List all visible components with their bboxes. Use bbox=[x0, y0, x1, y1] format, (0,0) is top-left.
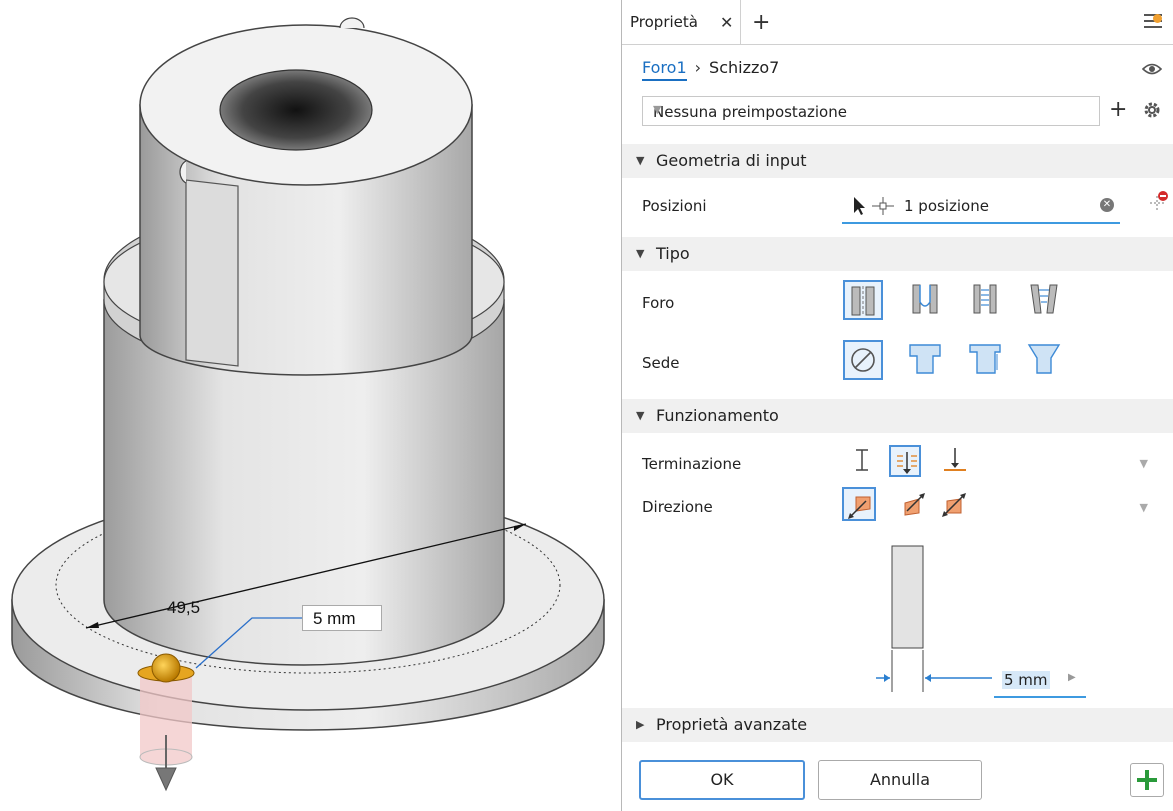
simple-hole-button[interactable] bbox=[843, 280, 883, 320]
to-face-button[interactable] bbox=[940, 445, 970, 475]
termination-label: Terminazione bbox=[642, 455, 742, 473]
remove-point-icon[interactable] bbox=[1148, 190, 1170, 212]
diameter-value: 5 mm bbox=[1002, 671, 1050, 689]
breadcrumb-sketch[interactable]: Schizzo7 bbox=[709, 58, 779, 77]
apply-plus-button[interactable] bbox=[1130, 763, 1164, 797]
section-type-label: Tipo bbox=[656, 244, 690, 263]
direction-label: Direzione bbox=[642, 498, 713, 516]
section-input-geometry-label: Geometria di input bbox=[656, 151, 807, 170]
hole-diameter-diagram bbox=[876, 545, 992, 692]
breadcrumb: Foro1 › Schizzo7 bbox=[642, 58, 779, 81]
close-icon[interactable]: ✕ bbox=[720, 13, 733, 32]
positions-field[interactable]: 1 posizione ✕ bbox=[842, 190, 1120, 224]
chevron-down-icon: ▼ bbox=[653, 103, 662, 116]
plus-icon bbox=[1137, 770, 1157, 790]
direction-dropdown-icon[interactable]: ▼ bbox=[1140, 501, 1148, 514]
add-preset-icon[interactable]: + bbox=[1109, 97, 1127, 122]
section-advanced[interactable]: ▶ Proprietà avanzate bbox=[622, 708, 1173, 742]
spotface-button[interactable] bbox=[967, 340, 1007, 380]
collapse-icon: ▼ bbox=[636, 154, 645, 167]
tab-bar: Proprietà ✕ + bbox=[622, 0, 1173, 45]
cancel-button[interactable]: Annulla bbox=[818, 760, 982, 800]
properties-panel: Proprietà ✕ + Foro1 › Schizzo7 Nessuna pre… bbox=[621, 0, 1173, 811]
select-cursor-icon bbox=[854, 197, 894, 215]
section-advanced-label: Proprietà avanzate bbox=[656, 715, 808, 734]
termination-dropdown-icon[interactable]: ▼ bbox=[1140, 457, 1148, 470]
no-seat-button[interactable] bbox=[843, 340, 883, 380]
part-model bbox=[11, 17, 605, 792]
add-tab-icon[interactable]: + bbox=[752, 10, 770, 35]
section-input-geometry[interactable]: ▼ Geometria di input bbox=[622, 144, 1173, 178]
section-type[interactable]: ▼ Tipo bbox=[622, 237, 1173, 271]
diameter-input-field[interactable]: 5 mm ▶ bbox=[994, 664, 1086, 698]
collapse-icon: ▼ bbox=[636, 409, 645, 422]
through-all-button[interactable] bbox=[889, 445, 921, 477]
expand-icon: ▶ bbox=[636, 718, 645, 731]
section-behavior-label: Funzionamento bbox=[656, 406, 779, 425]
breadcrumb-feature-link[interactable]: Foro1 bbox=[642, 58, 687, 81]
distance-termination-button[interactable] bbox=[847, 445, 877, 475]
seat-label: Sede bbox=[642, 354, 680, 372]
symmetric-direction-button[interactable] bbox=[938, 489, 970, 521]
positions-label: Posizioni bbox=[642, 197, 707, 215]
preset-dropdown[interactable]: Nessuna preimpostazione ▼ bbox=[642, 96, 1100, 126]
ok-button[interactable]: OK bbox=[639, 760, 805, 800]
tapped-hole-button[interactable] bbox=[967, 280, 1007, 320]
clearance-hole-button[interactable] bbox=[907, 280, 947, 320]
clear-icon[interactable]: ✕ bbox=[1100, 198, 1114, 212]
section-behavior[interactable]: ▼ Funzionamento bbox=[622, 399, 1173, 433]
positions-value: 1 posizione bbox=[904, 197, 989, 215]
depth-input-field[interactable]: 5 mm bbox=[302, 605, 382, 631]
diameter-dimension-label[interactable]: 49,5 bbox=[167, 598, 200, 618]
flipped-direction-button[interactable] bbox=[897, 489, 929, 521]
notification-dot bbox=[1153, 14, 1162, 23]
tab-properties-label: Proprietà bbox=[630, 13, 698, 31]
chevron-right-icon[interactable]: ▶ bbox=[1068, 672, 1076, 683]
taper-tapped-hole-button[interactable] bbox=[1026, 280, 1066, 320]
hole-label: Foro bbox=[642, 294, 675, 312]
counterbore-button[interactable] bbox=[907, 340, 947, 380]
menu-icon[interactable] bbox=[1144, 10, 1166, 32]
tab-properties[interactable]: Proprietà ✕ bbox=[622, 0, 741, 44]
default-direction-button[interactable] bbox=[842, 487, 876, 521]
eye-icon[interactable] bbox=[1142, 62, 1162, 76]
model-viewport[interactable]: 49,5 5 mm bbox=[0, 0, 620, 811]
countersink-button[interactable] bbox=[1026, 340, 1066, 380]
collapse-icon: ▼ bbox=[636, 247, 645, 260]
gear-icon[interactable] bbox=[1142, 100, 1162, 120]
